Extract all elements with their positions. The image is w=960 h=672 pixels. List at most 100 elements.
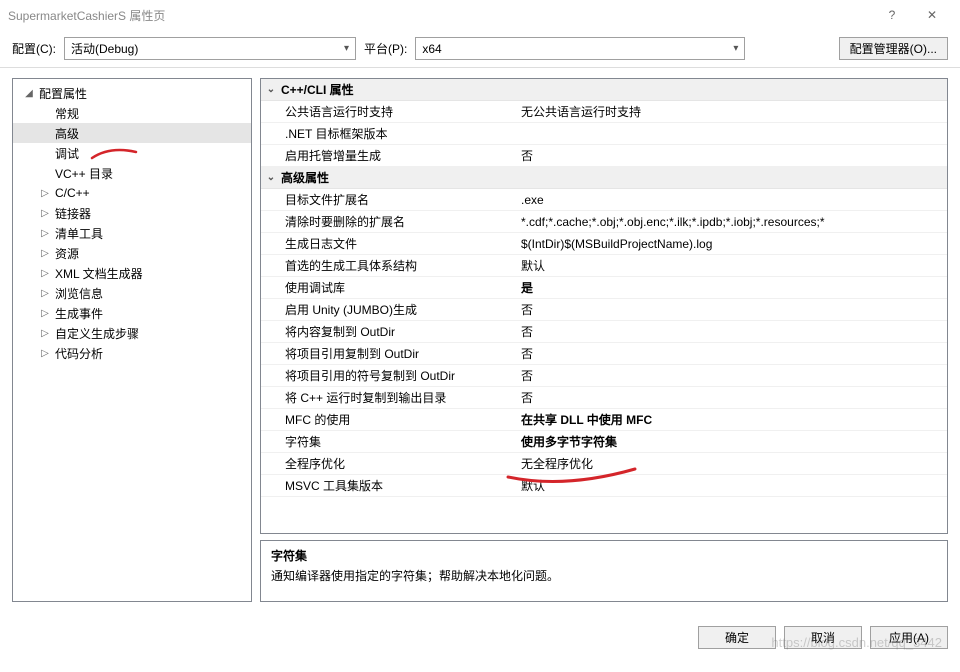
config-label: 配置(C): <box>12 40 56 57</box>
tree-item-label: 资源 <box>51 245 79 262</box>
property-row[interactable]: 生成日志文件$(IntDir)$(MSBuildProjectName).log <box>261 233 947 255</box>
toolbar: 配置(C): 活动(Debug) ▾ 平台(P): x64 ▾ 配置管理器(O)… <box>0 30 960 68</box>
property-name: 使用调试库 <box>261 279 515 296</box>
title-bar: SupermarketCashierS 属性页 ? ✕ <box>0 0 960 30</box>
tree-item-label: 代码分析 <box>51 345 103 362</box>
tree-item-label: 生成事件 <box>51 305 103 322</box>
expand-icon[interactable]: ▷ <box>39 348 51 359</box>
property-row[interactable]: 使用调试库是 <box>261 277 947 299</box>
description-title: 字符集 <box>271 547 937 564</box>
tree-item[interactable]: 常规 <box>13 103 251 123</box>
tree-item-label: XML 文档生成器 <box>51 265 143 282</box>
property-row[interactable]: 启用托管增量生成否 <box>261 145 947 167</box>
expand-icon[interactable]: ▷ <box>39 328 51 339</box>
property-row[interactable]: .NET 目标框架版本 <box>261 123 947 145</box>
property-value[interactable]: 默认 <box>515 477 947 494</box>
tree-item-label: 链接器 <box>51 205 91 222</box>
property-name: 公共语言运行时支持 <box>261 103 515 120</box>
description-pane: 字符集 通知编译器使用指定的字符集；帮助解决本地化问题。 <box>260 540 948 602</box>
grid-section-header[interactable]: ⌄高级属性 <box>261 167 947 189</box>
property-row[interactable]: 字符集使用多字节字符集 <box>261 431 947 453</box>
property-value[interactable]: 在共享 DLL 中使用 MFC <box>515 411 947 428</box>
description-text: 通知编译器使用指定的字符集；帮助解决本地化问题。 <box>271 567 937 584</box>
property-value[interactable]: 无全程序优化 <box>515 455 947 472</box>
close-button[interactable]: ✕ <box>912 1 952 29</box>
property-row[interactable]: 将项目引用复制到 OutDir否 <box>261 343 947 365</box>
property-value[interactable]: 是 <box>515 279 947 296</box>
tree-item[interactable]: ▷C/C++ <box>13 183 251 203</box>
help-button[interactable]: ? <box>872 1 912 29</box>
watermark: https://blog.csdn.net/qq_3442 <box>771 635 942 650</box>
platform-select[interactable]: x64 ▾ <box>415 37 745 60</box>
tree-item[interactable]: 调试 <box>13 143 251 163</box>
expand-icon[interactable]: ▷ <box>39 308 51 319</box>
tree-item[interactable]: ▷XML 文档生成器 <box>13 263 251 283</box>
config-manager-button[interactable]: 配置管理器(O)... <box>839 37 948 60</box>
property-name: 将内容复制到 OutDir <box>261 323 515 340</box>
property-value[interactable]: 使用多字节字符集 <box>515 433 947 450</box>
tree-item[interactable]: ▷代码分析 <box>13 343 251 363</box>
property-name: .NET 目标框架版本 <box>261 125 515 142</box>
tree-item-label: 常规 <box>51 105 79 122</box>
property-value[interactable]: 否 <box>515 323 947 340</box>
tree-item[interactable]: VC++ 目录 <box>13 163 251 183</box>
expand-icon[interactable]: ▷ <box>39 288 51 299</box>
platform-label: 平台(P): <box>364 40 407 57</box>
tree-view[interactable]: ◢ 配置属性 常规高级调试VC++ 目录▷C/C++▷链接器▷清单工具▷资源▷X… <box>12 78 252 602</box>
property-row[interactable]: 将 C++ 运行时复制到输出目录否 <box>261 387 947 409</box>
property-name: 目标文件扩展名 <box>261 191 515 208</box>
tree-item-label: C/C++ <box>51 186 90 200</box>
property-name: 首选的生成工具体系结构 <box>261 257 515 274</box>
property-value[interactable]: 默认 <box>515 257 947 274</box>
expand-icon[interactable]: ▷ <box>39 248 51 259</box>
property-row[interactable]: 启用 Unity (JUMBO)生成否 <box>261 299 947 321</box>
expand-icon[interactable]: ▷ <box>39 228 51 239</box>
chevron-down-icon: ▾ <box>733 43 738 54</box>
property-row[interactable]: 清除时要删除的扩展名*.cdf;*.cache;*.obj;*.obj.enc;… <box>261 211 947 233</box>
tree-root[interactable]: ◢ 配置属性 <box>13 83 251 103</box>
tree-item[interactable]: ▷生成事件 <box>13 303 251 323</box>
expand-icon[interactable]: ▷ <box>39 188 51 199</box>
section-title: 高级属性 <box>281 169 329 186</box>
collapse-icon[interactable]: ⌄ <box>261 172 281 183</box>
property-value[interactable]: .exe <box>515 193 947 207</box>
tree-item[interactable]: ▷浏览信息 <box>13 283 251 303</box>
property-value[interactable]: $(IntDir)$(MSBuildProjectName).log <box>515 237 947 251</box>
property-value[interactable]: 否 <box>515 147 947 164</box>
property-value[interactable]: 否 <box>515 389 947 406</box>
property-value[interactable]: 否 <box>515 367 947 384</box>
ok-button[interactable]: 确定 <box>698 626 776 649</box>
grid-section-header[interactable]: ⌄C++/CLI 属性 <box>261 79 947 101</box>
property-row[interactable]: MSVC 工具集版本默认 <box>261 475 947 497</box>
expand-icon[interactable]: ▷ <box>39 268 51 279</box>
property-row[interactable]: MFC 的使用在共享 DLL 中使用 MFC <box>261 409 947 431</box>
window-title: SupermarketCashierS 属性页 <box>8 7 872 24</box>
property-row[interactable]: 将项目引用的符号复制到 OutDir否 <box>261 365 947 387</box>
tree-item[interactable]: ▷链接器 <box>13 203 251 223</box>
tree-item[interactable]: ▷清单工具 <box>13 223 251 243</box>
tree-item[interactable]: ▷自定义生成步骤 <box>13 323 251 343</box>
property-name: 生成日志文件 <box>261 235 515 252</box>
property-value[interactable]: 无公共语言运行时支持 <box>515 103 947 120</box>
property-value[interactable]: 否 <box>515 345 947 362</box>
tree-item[interactable]: 高级 <box>13 123 251 143</box>
property-value[interactable]: 否 <box>515 301 947 318</box>
chevron-down-icon: ▾ <box>344 43 349 54</box>
section-title: C++/CLI 属性 <box>281 81 354 98</box>
collapse-icon[interactable]: ⌄ <box>261 84 281 95</box>
property-name: 字符集 <box>261 433 515 450</box>
property-name: MSVC 工具集版本 <box>261 477 515 494</box>
property-grid[interactable]: ⌄C++/CLI 属性公共语言运行时支持无公共语言运行时支持.NET 目标框架版… <box>260 78 948 534</box>
tree-item-label: VC++ 目录 <box>51 165 113 182</box>
property-row[interactable]: 首选的生成工具体系结构默认 <box>261 255 947 277</box>
tree-item-label: 浏览信息 <box>51 285 103 302</box>
expand-icon[interactable]: ▷ <box>39 208 51 219</box>
property-row[interactable]: 全程序优化无全程序优化 <box>261 453 947 475</box>
config-select[interactable]: 活动(Debug) ▾ <box>64 37 356 60</box>
property-value[interactable]: *.cdf;*.cache;*.obj;*.obj.enc;*.ilk;*.ip… <box>515 215 947 229</box>
property-row[interactable]: 公共语言运行时支持无公共语言运行时支持 <box>261 101 947 123</box>
property-row[interactable]: 将内容复制到 OutDir否 <box>261 321 947 343</box>
tree-item[interactable]: ▷资源 <box>13 243 251 263</box>
property-row[interactable]: 目标文件扩展名.exe <box>261 189 947 211</box>
collapse-icon[interactable]: ◢ <box>23 88 35 99</box>
